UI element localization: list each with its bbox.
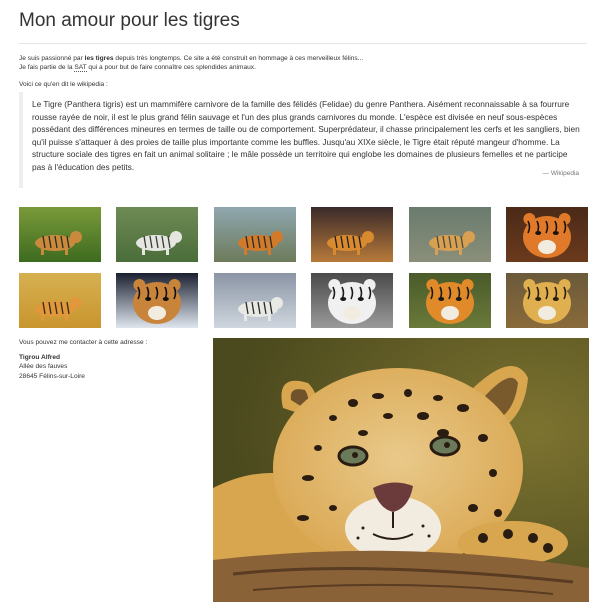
intro-line-2: Je fais partie de la SAT qui a pour but … — [19, 63, 579, 72]
intro-line-1-start: Je suis passionné par — [19, 55, 85, 62]
tiger-photo-7[interactable] — [19, 273, 101, 328]
contact-city: 28645 Félins-sur-Loire — [19, 372, 85, 380]
tiger-photo-2[interactable] — [116, 207, 198, 262]
contact-address: Tigrou Alfred Allée des fauves 28645 Fél… — [19, 353, 85, 381]
page-title: Mon amour pour les tigres — [19, 10, 240, 31]
tiger-photo-4[interactable] — [311, 207, 393, 262]
quote-source: — Wikipedia — [542, 170, 579, 177]
intro-line-2-end: qui a pour but de faire connaître ces sp… — [86, 64, 256, 71]
tiger-photo-1[interactable] — [19, 207, 101, 262]
title-divider — [19, 43, 587, 44]
wikipedia-lead: Voici ce qu'en dit le wikipedia : — [19, 81, 108, 88]
tiger-photo-8[interactable] — [116, 273, 198, 328]
photo-gallery — [19, 207, 588, 330]
tiger-photo-11[interactable] — [409, 273, 491, 328]
intro-line-2-start: Je fais partie de la — [19, 64, 75, 71]
contact-name: Tigrou Alfred — [19, 354, 61, 361]
tiger-photo-10[interactable] — [311, 273, 393, 328]
quote-text: Le Tigre (Panthera tigris) est un mammif… — [32, 99, 580, 172]
wikipedia-quote: Le Tigre (Panthera tigris) est un mammif… — [19, 92, 586, 188]
jaguar-photo[interactable] — [213, 338, 589, 602]
tiger-photo-12[interactable] — [506, 273, 588, 328]
intro-line-1: Je suis passionné par les tigres depuis … — [19, 54, 579, 63]
tiger-photo-9[interactable] — [214, 273, 296, 328]
tiger-photo-3[interactable] — [214, 207, 296, 262]
intro-highlight: les tigres — [84, 55, 114, 62]
contact-street: Allée des fauves — [19, 363, 68, 371]
sat-abbreviation: SAT — [74, 64, 87, 72]
contact-lead: Vous pouvez me contacter à cette adresse… — [19, 339, 148, 346]
tiger-photo-5[interactable] — [409, 207, 491, 262]
tiger-photo-6[interactable] — [506, 207, 588, 262]
intro-line-1-end: depuis très longtemps. Ce site a été con… — [113, 55, 364, 62]
intro-text: Je suis passionné par les tigres depuis … — [19, 54, 579, 72]
